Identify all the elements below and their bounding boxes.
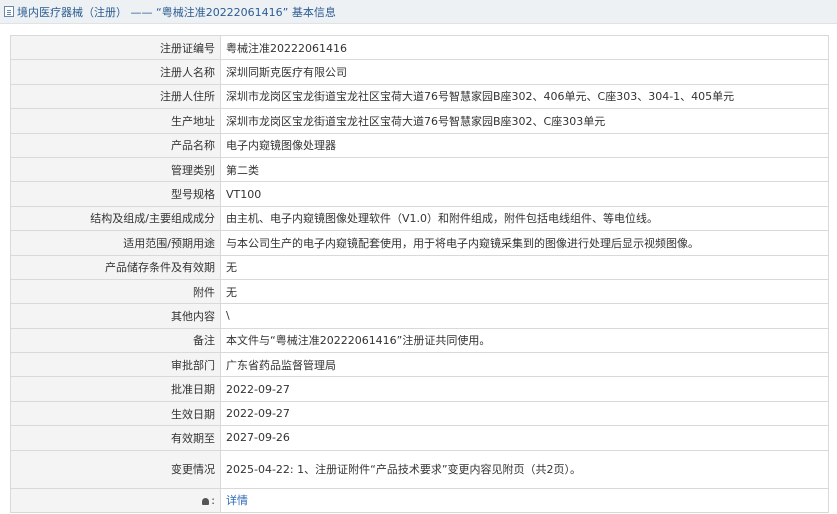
page-header: 境内医疗器械（注册） —— “粤械注准20222061416” 基本信息: [0, 0, 837, 24]
field-value: 2022-09-27: [220, 376, 829, 402]
field-label: 管理类别: [10, 156, 221, 183]
field-label: 变更情况: [10, 449, 221, 489]
field-label: 产品储存条件及有效期: [10, 254, 221, 280]
table-row: 适用范围/预期用途 与本公司生产的电子内窥镜配套使用，用于将电子内窥镜采集到的图…: [10, 230, 829, 256]
field-value: \: [220, 303, 829, 329]
field-label: 注册人名称: [10, 59, 221, 85]
field-label: 结构及组成/主要组成成分: [10, 205, 221, 232]
details-label-cell: :: [10, 487, 221, 514]
table-row: 其他内容 \: [10, 303, 829, 329]
field-value: 粤械注准20222061416: [220, 34, 829, 61]
field-value: 深圳同斯克医疗有限公司: [220, 59, 829, 85]
field-value: 深圳市龙岗区宝龙街道宝龙社区宝荷大道76号智慧家园B座302、406单元、C座3…: [220, 83, 829, 110]
lock-icon: [202, 497, 210, 505]
table-row: 审批部门 广东省药品监督管理局: [10, 352, 829, 378]
table-row: 注册证编号 粤械注准20222061416: [10, 34, 829, 61]
field-label: 批准日期: [10, 376, 221, 402]
table-row: 生产地址 深圳市龙岗区宝龙街道宝龙社区宝荷大道76号智慧家园B座302、C座30…: [10, 108, 829, 134]
field-value: 第二类: [220, 156, 829, 183]
page-title: 境内医疗器械（注册） —— “粤械注准20222061416” 基本信息: [17, 5, 336, 19]
field-value: 由主机、电子内窥镜图像处理软件（V1.0）和附件组成，附件包括电线组件、等电位线…: [220, 205, 829, 232]
field-label: 审批部门: [10, 352, 221, 378]
document-icon: [4, 6, 14, 17]
field-label: 备注: [10, 327, 221, 354]
field-value: 2027-09-26: [220, 425, 829, 451]
field-value: 与本公司生产的电子内窥镜配套使用，用于将电子内窥镜采集到的图像进行处理后显示视频…: [220, 230, 829, 256]
info-table: 注册证编号 粤械注准20222061416 注册人名称 深圳同斯克医疗有限公司 …: [10, 34, 829, 514]
field-label: 产品名称: [10, 132, 221, 158]
field-label: 适用范围/预期用途: [10, 230, 221, 256]
field-value: 广东省药品监督管理局: [220, 352, 829, 378]
table-row: 产品储存条件及有效期 无: [10, 254, 829, 280]
table-row: 型号规格 VT100: [10, 181, 829, 207]
table-row: 有效期至 2027-09-26: [10, 425, 829, 451]
details-value-cell: 详情: [220, 487, 829, 514]
info-table-container: 注册证编号 粤械注准20222061416 注册人名称 深圳同斯克医疗有限公司 …: [10, 34, 829, 514]
details-row: : 详情: [10, 487, 829, 514]
table-row: 变更情况 2025-04-22: 1、注册证附件“产品技术要求”变更内容见附页（…: [10, 449, 829, 489]
field-value: VT100: [220, 181, 829, 207]
table-row: 产品名称 电子内窥镜图像处理器: [10, 132, 829, 158]
field-value: 2025-04-22: 1、注册证附件“产品技术要求”变更内容见附页（共2页）。: [220, 449, 829, 489]
field-label: 附件: [10, 278, 221, 305]
table-row: 管理类别 第二类: [10, 156, 829, 183]
table-row: 附件 无: [10, 278, 829, 305]
field-label: 有效期至: [10, 425, 221, 451]
field-value: 无: [220, 254, 829, 280]
field-value: 深圳市龙岗区宝龙街道宝龙社区宝荷大道76号智慧家园B座302、C座303单元: [220, 108, 829, 134]
field-value: 本文件与“粤械注准20222061416”注册证共同使用。: [220, 327, 829, 354]
table-row: 注册人住所 深圳市龙岗区宝龙街道宝龙社区宝荷大道76号智慧家园B座302、406…: [10, 83, 829, 110]
table-row: 生效日期 2022-09-27: [10, 400, 829, 427]
field-label: 生效日期: [10, 400, 221, 427]
field-value: 2022-09-27: [220, 400, 829, 427]
field-value: 无: [220, 278, 829, 305]
field-label: 注册证编号: [10, 34, 221, 61]
table-row: 备注 本文件与“粤械注准20222061416”注册证共同使用。: [10, 327, 829, 354]
field-label: 生产地址: [10, 108, 221, 134]
field-label: 其他内容: [10, 303, 221, 329]
table-row: 注册人名称 深圳同斯克医疗有限公司: [10, 59, 829, 85]
details-link[interactable]: 详情: [226, 494, 248, 507]
table-row: 批准日期 2022-09-27: [10, 376, 829, 402]
field-label: 型号规格: [10, 181, 221, 207]
field-value: 电子内窥镜图像处理器: [220, 132, 829, 158]
table-row: 结构及组成/主要组成成分 由主机、电子内窥镜图像处理软件（V1.0）和附件组成，…: [10, 205, 829, 232]
field-label: 注册人住所: [10, 83, 221, 110]
